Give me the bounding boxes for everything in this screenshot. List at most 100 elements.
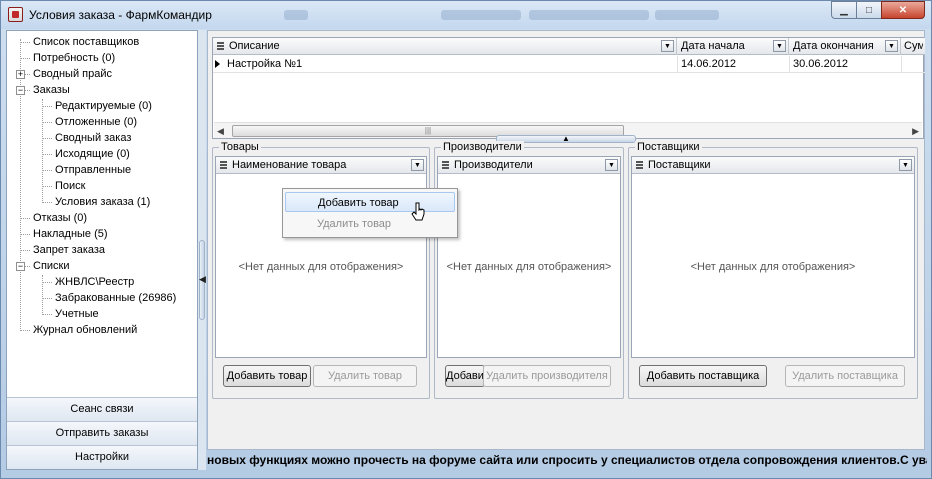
tree-item[interactable]: Сводный заказ xyxy=(55,130,131,146)
filter-dropdown-icon[interactable]: ▼ xyxy=(899,159,912,171)
column-goods-name[interactable]: Наименование товара ▼ xyxy=(216,157,426,174)
scroll-right-icon[interactable]: ▶ xyxy=(912,126,919,137)
session-button[interactable]: Сеанс связи xyxy=(7,397,197,421)
column-label: Поставщики xyxy=(648,159,711,171)
context-menu-remove-goods[interactable]: Удалить товар xyxy=(285,214,455,234)
tree-item[interactable]: Запрет заказа xyxy=(33,242,105,258)
column-label: Дата начала xyxy=(681,40,745,52)
blurred-background-text xyxy=(284,10,308,20)
panel-splitter[interactable]: ◀ xyxy=(198,30,206,470)
news-ticker: новых функциях можно прочесть на форуме … xyxy=(207,453,927,467)
goods-panel: Товары Наименование товара ▼ <Нет данных… xyxy=(212,141,430,399)
scroll-left-icon[interactable]: ◀ xyxy=(217,126,224,137)
app-icon xyxy=(8,7,23,22)
filter-dropdown-icon[interactable]: ▼ xyxy=(411,159,424,171)
column-chooser-icon[interactable] xyxy=(220,161,227,169)
column-label: Производители xyxy=(454,159,533,171)
title-bar: Условия заказа - ФармКомандир ▁ □ ✕ xyxy=(1,1,931,29)
table-row[interactable]: Настройка №1 14.06.2012 30.06.2012 xyxy=(213,56,925,73)
tree-line xyxy=(42,154,52,155)
tree-item[interactable]: Исходящие (0) xyxy=(55,146,130,162)
column-chooser-icon[interactable] xyxy=(636,161,643,169)
suppliers-panel-title: Поставщики xyxy=(635,141,702,153)
minimize-icon: ▁ xyxy=(840,4,848,16)
tree-item[interactable]: Заказы xyxy=(33,82,70,98)
suppliers-grid[interactable]: Поставщики ▼ <Нет данных для отображения… xyxy=(631,156,915,358)
empty-message: <Нет данных для отображения> xyxy=(690,261,856,273)
row-indicator-icon xyxy=(215,60,220,68)
column-start-date[interactable]: Дата начала ▼ xyxy=(677,38,789,55)
tree-item[interactable]: ЖНВЛС\Реестр xyxy=(55,274,134,290)
tree-item[interactable]: Список поставщиков xyxy=(33,34,139,50)
tree-line xyxy=(42,202,52,203)
column-end-date[interactable]: Дата окончания ▼ xyxy=(789,38,901,55)
collapse-icon[interactable]: − xyxy=(16,86,25,95)
goods-panel-title: Товары xyxy=(219,141,261,153)
filter-dropdown-icon[interactable]: ▼ xyxy=(773,40,786,52)
tree-item[interactable]: Условия заказа (1) xyxy=(55,194,150,210)
column-chooser-icon[interactable] xyxy=(442,161,449,169)
tree-item[interactable]: Списки xyxy=(33,258,70,274)
tree-line xyxy=(42,122,52,123)
tree-line xyxy=(20,250,30,251)
tree-line xyxy=(42,99,43,203)
column-sum[interactable]: Сум xyxy=(901,38,923,55)
filter-dropdown-icon[interactable]: ▼ xyxy=(605,159,618,171)
tree-item[interactable]: Редактируемые (0) xyxy=(55,98,152,114)
tree-line xyxy=(20,218,30,219)
tree-item[interactable]: Забракованные (26986) xyxy=(55,290,176,306)
cell-description[interactable]: Настройка №1 xyxy=(224,56,677,73)
cell-end-date[interactable]: 30.06.2012 xyxy=(789,56,901,73)
settings-button[interactable]: Настройки xyxy=(7,445,197,469)
context-menu-add-goods[interactable]: Добавить товар xyxy=(285,192,455,212)
tree-item[interactable]: Отложенные (0) xyxy=(55,114,137,130)
add-goods-button[interactable]: Добавить товар xyxy=(223,365,311,387)
tree-line xyxy=(42,170,52,171)
maximize-icon: □ xyxy=(865,4,873,16)
column-suppliers[interactable]: Поставщики ▼ xyxy=(632,157,914,174)
cell-start-date[interactable]: 14.06.2012 xyxy=(677,56,789,73)
tree-line xyxy=(20,234,30,235)
tree-item[interactable]: Журнал обновлений xyxy=(33,322,137,338)
tree-line xyxy=(42,106,52,107)
cell-sum[interactable] xyxy=(901,56,923,73)
collapse-left-icon[interactable]: ◀ xyxy=(199,274,206,285)
navigation-panel: Список поставщиков Потребность (0) + Сводны… xyxy=(6,30,198,470)
context-menu: Добавить товар Удалить товар xyxy=(282,188,458,238)
send-orders-button[interactable]: Отправить заказы xyxy=(7,421,197,445)
tree-line xyxy=(42,314,52,315)
minimize-button[interactable]: ▁ xyxy=(831,1,857,19)
goods-grid[interactable]: Наименование товара ▼ <Нет данных для от… xyxy=(215,156,427,358)
remove-supplier-button[interactable]: Удалить поставщика xyxy=(785,365,905,387)
tree-line xyxy=(42,186,52,187)
collapse-icon[interactable]: − xyxy=(16,262,25,271)
add-manufacturer-button[interactable]: Добавить xyxy=(445,365,485,387)
tree-line xyxy=(20,39,21,329)
tree-item[interactable]: Учетные xyxy=(55,306,99,322)
order-conditions-grid: Описание ▼ Дата начала ▼ Дата окончания … xyxy=(212,37,925,139)
collapse-up-icon[interactable]: ▲ xyxy=(562,134,570,143)
blurred-background-text xyxy=(655,10,719,20)
manufacturers-panel-title: Производители xyxy=(441,141,524,153)
filter-dropdown-icon[interactable]: ▼ xyxy=(661,40,674,52)
filter-dropdown-icon[interactable]: ▼ xyxy=(885,40,898,52)
tree-line xyxy=(42,275,43,315)
tree-item[interactable]: Поиск xyxy=(55,178,85,194)
manufacturers-grid[interactable]: Производители ▼ <Нет данных для отображе… xyxy=(437,156,621,358)
expand-icon[interactable]: + xyxy=(16,70,25,79)
add-supplier-button[interactable]: Добавить поставщика xyxy=(639,365,767,387)
tree-line xyxy=(20,330,30,331)
tree-item[interactable]: Отказы (0) xyxy=(33,210,87,226)
remove-goods-button[interactable]: Удалить товар xyxy=(313,365,417,387)
window-title: Условия заказа - ФармКомандир xyxy=(29,8,212,22)
column-description[interactable]: Описание ▼ xyxy=(213,38,677,55)
column-chooser-icon[interactable] xyxy=(217,42,224,50)
tree-item[interactable]: Отправленные xyxy=(55,162,131,178)
remove-manufacturer-button[interactable]: Удалить производителя xyxy=(483,365,611,387)
column-manufacturers[interactable]: Производители ▼ xyxy=(438,157,620,174)
tree-item[interactable]: Потребность (0) xyxy=(33,50,115,66)
maximize-button[interactable]: □ xyxy=(856,1,882,19)
tree-item[interactable]: Накладные (5) xyxy=(33,226,108,242)
close-button[interactable]: ✕ xyxy=(881,1,925,19)
tree-item[interactable]: Сводный прайс xyxy=(33,66,112,82)
